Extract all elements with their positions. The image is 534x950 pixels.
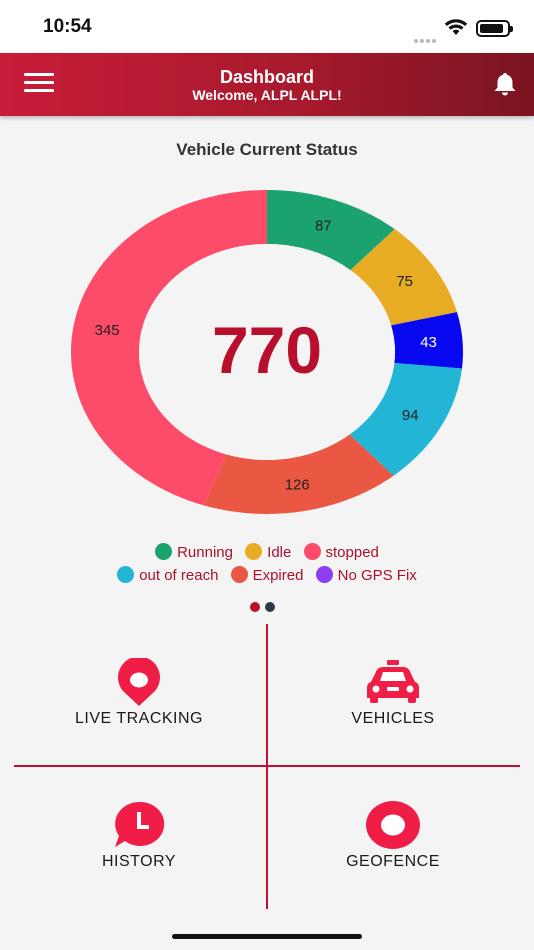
slice-value-label: 345 [95, 322, 120, 339]
legend-item-idle: Idle [245, 543, 291, 561]
signal-icon [414, 30, 438, 43]
legend-dot [315, 566, 333, 583]
legend-row: out of reach Expired No GPS Fix [0, 566, 534, 584]
bell-icon[interactable] [492, 71, 518, 97]
legend-item-stopped: stopped [303, 543, 379, 561]
status-bar: 10:54 [0, 0, 534, 54]
page-title: Dashboard [219, 67, 315, 87]
status-time: 10:54 [43, 16, 92, 37]
slice-value-label: 126 [285, 477, 310, 494]
vehicle-status-chart: 87 75 43 94 126 345 770 [0, 170, 534, 530]
legend-item-out-of-reach: out of reach [117, 566, 218, 584]
page-dot[interactable] [265, 602, 275, 612]
history-tile[interactable]: HISTORY [14, 783, 264, 913]
clock-bubble-icon [115, 801, 165, 847]
total-count: 770 [212, 313, 322, 387]
chart-title: Vehicle Current Status [176, 140, 358, 159]
welcome-text: Welcome, ALPL ALPL! [192, 87, 342, 103]
page-indicator[interactable] [250, 599, 280, 617]
legend-row: Running Idle stopped [0, 543, 534, 561]
legend-dot [155, 543, 173, 560]
page-dot-active[interactable] [250, 602, 260, 612]
home-indicator [172, 934, 362, 939]
history-label: HISTORY [101, 853, 177, 870]
legend-item-expired: Expired [230, 566, 304, 584]
live-tracking-tile[interactable]: LIVE TRACKING [14, 640, 264, 770]
legend-dot [245, 543, 263, 560]
battery-level [480, 24, 504, 33]
battery-icon [476, 20, 513, 37]
legend-label: Idle [267, 544, 292, 561]
vehicles-label: VEHICLES [351, 710, 435, 727]
geofence-ring-icon [366, 801, 420, 849]
slice-value-label: 94 [402, 407, 419, 424]
location-pin-icon [118, 658, 160, 706]
live-tracking-label: LIVE TRACKING [74, 710, 203, 727]
legend-item-running: Running [155, 543, 233, 561]
legend-dot [117, 566, 135, 583]
vehicles-tile[interactable]: VEHICLES [268, 640, 518, 770]
app-header: Dashboard Welcome, ALPL ALPL! [0, 53, 534, 116]
legend-label: Expired [252, 567, 304, 584]
geofence-tile[interactable]: GEOFENCE [268, 783, 518, 913]
legend-label: out of reach [139, 567, 219, 584]
donut-chart: 87 75 43 94 126 345 770 [70, 190, 463, 514]
legend-label: Running [177, 544, 233, 561]
slice-value-label: 75 [396, 273, 413, 290]
legend-dot [303, 543, 321, 560]
legend-dot [230, 566, 248, 583]
wifi-icon [444, 19, 468, 35]
legend-label: No GPS Fix [337, 567, 417, 584]
slice-value-label: 87 [315, 217, 332, 234]
geofence-label: GEOFENCE [346, 853, 440, 870]
car-icon [367, 660, 419, 703]
legend-label: stopped [325, 544, 379, 561]
slice-value-label: 43 [420, 334, 437, 351]
legend-item-no-gps-fix: No GPS Fix [315, 566, 417, 584]
